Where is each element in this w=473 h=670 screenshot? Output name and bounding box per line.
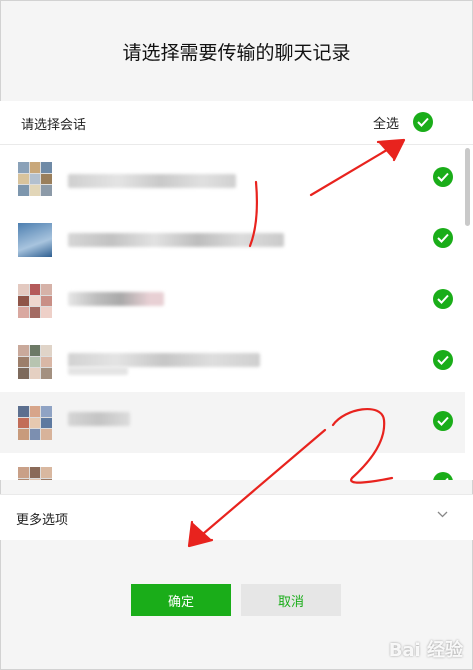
conversation-row[interactable]	[0, 453, 465, 480]
conversation-row[interactable]	[0, 270, 465, 331]
conversation-name-obscured	[68, 353, 260, 367]
conversation-name-obscured	[68, 292, 164, 306]
avatar	[18, 467, 52, 480]
checkmark-icon	[445, 477, 449, 480]
checkmark-icon	[437, 416, 449, 426]
select-all-checkbox[interactable]	[413, 112, 433, 132]
conversation-checkbox[interactable]	[433, 228, 453, 248]
watermark: Bai 经验	[388, 640, 463, 661]
conversation-name-obscured	[68, 174, 236, 188]
more-options-label: 更多选项	[16, 513, 69, 528]
select-all-label[interactable]: 全选	[373, 113, 399, 132]
conversation-name-obscured	[68, 412, 130, 426]
conversation-name-obscured	[68, 233, 284, 247]
avatar	[18, 223, 52, 257]
avatar	[18, 345, 52, 379]
selection-header: 请选择会话 全选	[0, 101, 473, 145]
cancel-button[interactable]: 取消	[241, 584, 341, 616]
confirm-button[interactable]: 确定	[131, 584, 231, 616]
chevron-down-icon[interactable]	[437, 511, 448, 518]
checkmark-icon	[437, 172, 449, 182]
checkmark-icon	[437, 294, 449, 304]
selection-header-label: 请选择会话	[21, 118, 87, 133]
dialog-title: 请选择需要传输的聊天记录	[122, 42, 351, 64]
avatar	[18, 284, 52, 318]
more-options-row[interactable]: 更多选项	[0, 494, 473, 540]
conversation-list[interactable]	[0, 145, 473, 480]
checkmark-icon	[437, 355, 449, 365]
conversation-checkbox[interactable]	[433, 350, 453, 370]
conversation-checkbox[interactable]	[433, 411, 453, 431]
conversation-checkbox[interactable]	[433, 289, 453, 309]
conversation-checkbox[interactable]	[433, 167, 453, 187]
conversation-row[interactable]	[0, 209, 465, 270]
conversation-row[interactable]	[0, 148, 465, 209]
conversation-row[interactable]	[0, 392, 465, 453]
list-scrollbar[interactable]	[465, 148, 470, 226]
conversation-checkbox[interactable]	[433, 472, 453, 480]
checkmark-icon	[437, 233, 449, 243]
conversation-name-obscured	[68, 367, 128, 375]
conversation-row[interactable]	[0, 331, 465, 392]
checkmark-icon	[417, 117, 429, 127]
avatar	[18, 406, 52, 440]
avatar	[18, 162, 52, 196]
